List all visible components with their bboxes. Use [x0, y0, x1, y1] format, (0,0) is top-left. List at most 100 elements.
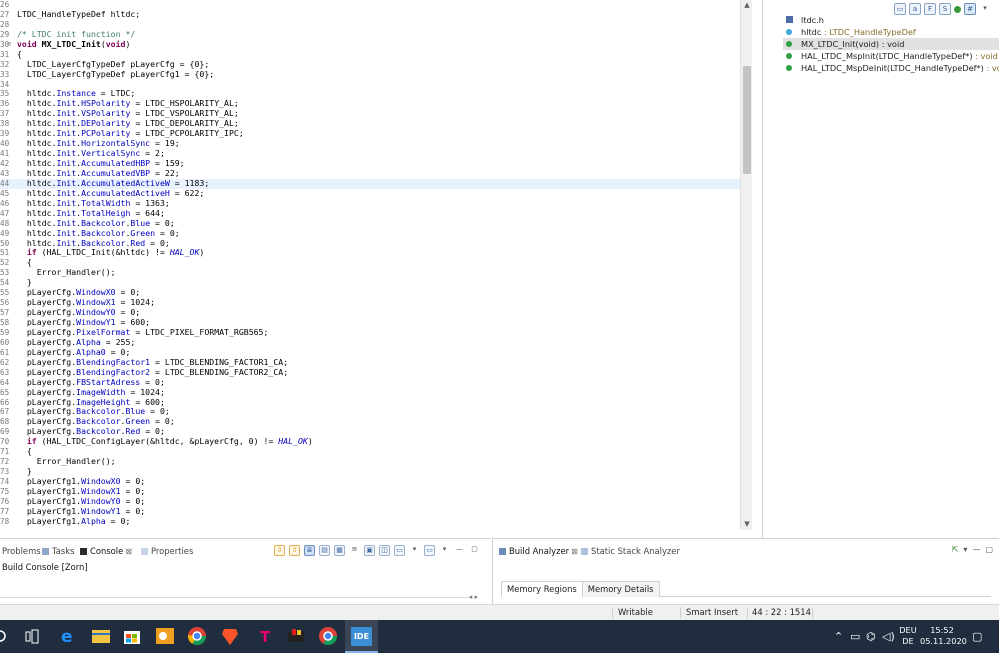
tab-static-stack-analyzer[interactable]: Static Stack Analyzer [581, 543, 680, 559]
editor-vertical-scrollbar[interactable]: ▲ ▼ [740, 0, 752, 530]
code-text[interactable]: void MX_LTDC_Init(void) [17, 39, 130, 50]
line-number: 68 [0, 417, 10, 427]
outline-item-type: : LTDC_HandleTypeDef [821, 27, 916, 37]
line-number: 33 [0, 69, 10, 79]
outline-item[interactable]: MX_LTDC_Init(void) : void [783, 38, 999, 50]
console-horizontal-scrollbar[interactable]: ◂ ▸ [0, 593, 480, 602]
tool-app-icon[interactable] [286, 626, 306, 646]
function-icon [786, 41, 792, 47]
refresh-icon[interactable]: ⇱ [952, 545, 959, 554]
build-analyzer-icon [499, 548, 506, 555]
clock[interactable]: 15:52 05.11.2020 [920, 625, 967, 647]
pin-console-icon[interactable]: ▤ [319, 545, 330, 556]
code-line[interactable]: 53 Error_Handler(); [0, 267, 740, 278]
code-line[interactable]: 78 pLayerCfg1.Alpha = 0; [0, 516, 740, 527]
copy-icon[interactable]: ▣ [364, 545, 375, 556]
maximize-icon[interactable]: ▢ [469, 545, 480, 556]
scroll-down-arrow-icon[interactable]: ▼ [741, 519, 752, 530]
scroll-lock-down-icon[interactable]: ⇩ [274, 545, 285, 556]
outline-item[interactable]: HAL_LTDC_MspDeInit(LTDC_HandleTypeDef*) … [783, 62, 999, 74]
code-text[interactable]: LTDC_LayerCfgTypeDef pLayerCfg1 = {0}; [17, 69, 214, 80]
line-number: 59 [0, 327, 10, 337]
store-icon[interactable] [122, 626, 142, 646]
hide-non-public-icon[interactable] [954, 5, 961, 13]
open-console-dropdown-icon[interactable]: ▾ [409, 545, 420, 556]
line-number: 69 [0, 427, 10, 437]
clear-console-icon[interactable]: ▦ [334, 545, 345, 556]
scroll-lock-up-icon[interactable]: ⇧ [289, 545, 300, 556]
display-selected-icon[interactable]: ≡ [349, 545, 360, 556]
line-number: 57 [0, 308, 10, 318]
volume-icon[interactable]: ◁) [882, 630, 895, 643]
code-area[interactable]: 26 27 LTDC_HandleTypeDef hltdc; 28 29/* LTDC… [0, 0, 740, 527]
code-line[interactable]: 72 Error_Handler(); [0, 456, 740, 467]
brave-browser-icon[interactable] [220, 626, 240, 646]
line-number: 70 [0, 437, 10, 447]
scroll-thumb[interactable] [743, 66, 751, 174]
code-editor[interactable]: 26 27 LTDC_HandleTypeDef hltdc; 28 29/* LTDC… [0, 0, 752, 530]
file-explorer-icon[interactable] [91, 626, 111, 646]
console-title: Build Console [Zorn] [2, 562, 88, 572]
line-number: 74 [0, 477, 10, 486]
view-menu-chevron-icon[interactable]: ▾ [963, 545, 967, 554]
stm32cubeide-taskbar-button[interactable]: IDE [345, 620, 378, 653]
language-indicator[interactable]: DEU DE [896, 625, 920, 647]
code-text[interactable]: LTDC_HandleTypeDef hltdc; [17, 9, 140, 20]
tray-chevron-icon[interactable]: ⌃ [834, 630, 843, 643]
tab-problems[interactable]: Problems [2, 543, 41, 559]
status-insert-mode: Smart Insert [686, 607, 739, 617]
search-icon[interactable] [0, 628, 8, 644]
code-line[interactable]: 30 ⊖ void MX_LTDC_Init(void) [0, 39, 740, 50]
tab-console[interactable]: Console ⊠ [80, 543, 132, 559]
outline-item[interactable]: hltdc : LTDC_HandleTypeDef [783, 26, 999, 38]
tab-memory-regions[interactable]: Memory Regions [501, 581, 583, 597]
line-number: 58 [0, 318, 10, 327]
code-text[interactable]: pLayerCfg1.Alpha = 0; [17, 516, 131, 527]
display-console-icon[interactable]: ▭ [424, 545, 435, 556]
line-number: 29 [0, 29, 10, 39]
code-line[interactable]: 33 LTDC_LayerCfgTypeDef pLayerCfg1 = {0}… [0, 69, 740, 80]
code-text[interactable]: if (HAL_LTDC_Init(&hltdc) != HAL_OK) [17, 247, 204, 258]
line-number: 35 [0, 89, 10, 99]
notification-icon[interactable]: ▢ [972, 630, 982, 643]
word-wrap-icon[interactable]: ≣ [304, 545, 315, 556]
tab-properties[interactable]: Properties [141, 543, 193, 559]
close-icon[interactable]: ⊠ [571, 547, 578, 556]
chrome-icon[interactable] [187, 626, 207, 646]
line-number: 39 [0, 129, 10, 139]
outline-view: ▭ a F S # ▾ ltdc.h hltdc : LTDC_HandleTyp… [763, 0, 999, 538]
minimize-icon[interactable]: — [972, 545, 980, 554]
open-console-icon[interactable]: ◫ [379, 545, 390, 556]
scroll-right-arrow-icon[interactable]: ◂ ▸ [469, 593, 478, 601]
code-line[interactable]: 51 if (HAL_LTDC_Init(&hltdc) != HAL_OK) [0, 247, 740, 258]
maximize-icon[interactable]: ▢ [985, 545, 993, 554]
minimize-icon[interactable]: — [454, 545, 465, 556]
battery-icon[interactable]: ▭ [850, 630, 860, 643]
close-icon[interactable]: ⊠ [125, 547, 132, 556]
svg-text:T: T [260, 628, 271, 646]
task-view-icon[interactable] [25, 629, 40, 644]
network-icon[interactable]: ⌬ [866, 630, 876, 643]
code-line[interactable]: 70 if (HAL_LTDC_ConfigLayer(&hltdc, &pLa… [0, 436, 740, 447]
outline-item[interactable]: HAL_LTDC_MspInit(LTDC_HandleTypeDef*) : … [783, 50, 999, 62]
outlook-icon[interactable] [155, 626, 175, 646]
tab-tasks[interactable]: Tasks [42, 543, 74, 559]
scroll-up-arrow-icon[interactable]: ▲ [741, 0, 752, 11]
code-text[interactable]: if (HAL_LTDC_ConfigLayer(&hltdc, &pLayer… [17, 436, 313, 447]
new-console-icon[interactable]: ▭ [394, 545, 405, 556]
line-number: 56 [0, 298, 10, 308]
code-line[interactable]: 27 LTDC_HandleTypeDef hltdc; [0, 9, 740, 20]
outline-item[interactable]: ltdc.h [783, 14, 999, 26]
tab-build-analyzer[interactable]: Build Analyzer ⊠ [499, 543, 578, 559]
line-number: 55 [0, 288, 10, 298]
fold-toggle-icon[interactable]: ⊖ [7, 40, 11, 50]
outline-item-type: : void [986, 63, 999, 73]
chrome-second-icon[interactable] [318, 626, 338, 646]
edge-browser-icon[interactable]: e [58, 626, 78, 646]
status-bar: Writable Smart Insert 44 : 22 : 1514 [0, 604, 999, 620]
display-console-dropdown-icon[interactable]: ▾ [439, 545, 450, 556]
telekom-icon[interactable]: T [254, 626, 274, 646]
build-analyzer-panel: Build Analyzer ⊠ Static Stack Analyzer ⇱ … [492, 538, 999, 604]
tab-memory-details[interactable]: Memory Details [581, 581, 660, 597]
line-number: 72 [0, 457, 10, 467]
